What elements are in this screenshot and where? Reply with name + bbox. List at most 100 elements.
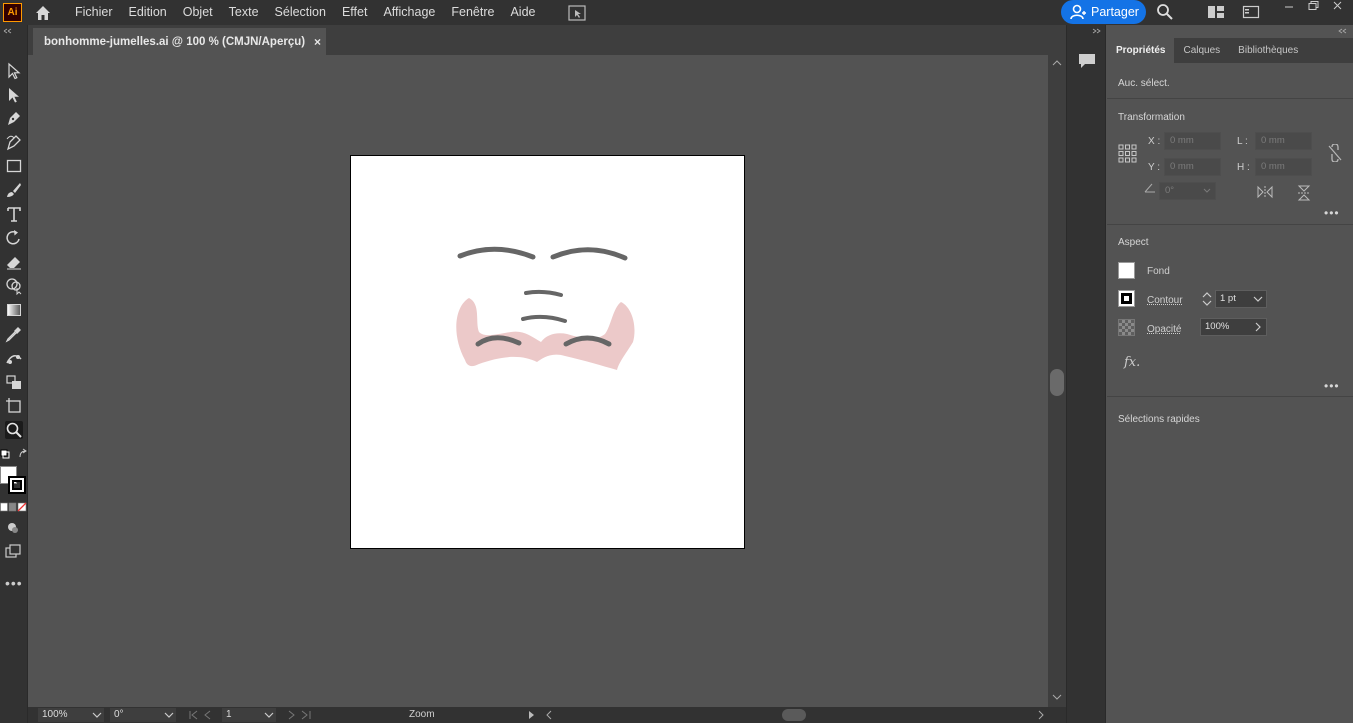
menu-affichage[interactable]: Affichage <box>375 0 443 25</box>
zoom-level-value: 100% <box>42 709 68 720</box>
collapse-toolbar-icon[interactable] <box>2 28 26 34</box>
document-tab[interactable]: bonhomme-jumelles.ai @ 100 % (CMJN/Aperç… <box>33 28 326 55</box>
share-button[interactable]: Partager <box>1061 0 1146 24</box>
arrange-documents-icon[interactable] <box>567 4 587 22</box>
stroke-color-swatch[interactable] <box>1118 290 1135 307</box>
menu-effet[interactable]: Effet <box>334 0 375 25</box>
swap-fill-stroke-icon[interactable] <box>0 448 28 460</box>
close-tab-icon[interactable]: × <box>314 35 321 49</box>
pen-tool-icon[interactable] <box>5 109 23 127</box>
symbol-sprayer-tool-icon[interactable] <box>5 373 23 391</box>
reference-point-icon[interactable] <box>1118 144 1137 163</box>
color-mode-icons[interactable] <box>0 502 28 512</box>
opacity-label[interactable]: Opacité <box>1147 324 1181 335</box>
home-icon[interactable] <box>34 4 52 22</box>
stroke-stepper-icon[interactable] <box>1201 290 1213 308</box>
tab-calques[interactable]: Calques <box>1174 38 1229 63</box>
collapse-dock-icon[interactable] <box>1091 28 1103 34</box>
draw-mode-icon[interactable] <box>4 519 22 537</box>
zoom-tool-icon[interactable] <box>5 421 23 439</box>
tab-proprietes[interactable]: Propriétés <box>1107 38 1175 63</box>
menu-selection[interactable]: Sélection <box>267 0 334 25</box>
panel-layout-icon[interactable] <box>1242 4 1260 20</box>
type-tool-icon[interactable] <box>5 205 23 223</box>
flip-horizontal-icon[interactable] <box>1257 185 1273 199</box>
selection-tool-icon[interactable] <box>5 62 23 80</box>
y-field[interactable]: 0 mm <box>1164 158 1221 176</box>
menu-aide[interactable]: Aide <box>502 0 543 25</box>
menu-fichier[interactable]: Fichier <box>67 0 121 25</box>
width-label: L : <box>1237 136 1248 147</box>
opacity-value: 100% <box>1205 321 1230 332</box>
rotate-tool-icon[interactable] <box>5 229 23 247</box>
screen-mode-icon[interactable] <box>4 543 22 561</box>
artboard[interactable] <box>350 155 745 549</box>
eyedropper-tool-icon[interactable] <box>5 325 23 343</box>
constrain-proportions-icon[interactable] <box>1327 144 1343 162</box>
eraser-tool-icon[interactable] <box>5 253 23 271</box>
collapse-panel-icon[interactable] <box>1337 28 1349 34</box>
stroke-weight-dropdown-icon[interactable] <box>1251 295 1265 303</box>
opacity-swatch[interactable] <box>1118 319 1135 336</box>
canvas[interactable] <box>28 55 1048 707</box>
next-last-artboard-icons[interactable] <box>286 710 318 720</box>
panel-tab-bar: Propriétés Calques Bibliothèques <box>1107 38 1353 63</box>
scroll-right-icon[interactable] <box>1036 710 1046 720</box>
main-menu: Fichier Edition Objet Texte Sélection Ef… <box>67 0 543 25</box>
status-menu-icon[interactable] <box>526 710 536 720</box>
edit-toolbar-more[interactable]: ••• <box>5 575 23 591</box>
vertical-scrollbar[interactable] <box>1048 55 1066 707</box>
close-window-icon[interactable] <box>1331 0 1345 12</box>
menu-edition[interactable]: Edition <box>121 0 175 25</box>
scroll-down-icon[interactable] <box>1052 693 1062 701</box>
gradient-tool-icon[interactable] <box>5 301 23 319</box>
angle-dropdown-icon[interactable] <box>1203 188 1211 194</box>
menu-fenetre[interactable]: Fenêtre <box>443 0 502 25</box>
stroke-swatch[interactable] <box>8 476 26 494</box>
width-field[interactable]: 0 mm <box>1255 132 1312 150</box>
menu-bar: Ai Fichier Edition Objet Texte Sélection… <box>0 0 1353 25</box>
divider <box>1107 224 1353 225</box>
scroll-up-icon[interactable] <box>1052 59 1062 67</box>
share-label: Partager <box>1091 5 1139 19</box>
workspace-icon[interactable] <box>1207 4 1225 20</box>
artboard-dropdown-icon[interactable] <box>264 711 274 719</box>
artwork-eyebrow-right <box>550 247 628 261</box>
rectangle-tool-icon[interactable] <box>5 157 23 175</box>
appearance-more-options[interactable]: ••• <box>1324 379 1340 393</box>
comments-icon[interactable] <box>1077 51 1097 71</box>
tab-bibliotheques[interactable]: Bibliothèques <box>1229 38 1307 63</box>
opacity-expand-icon[interactable] <box>1253 322 1263 332</box>
flip-vertical-icon[interactable] <box>1297 185 1311 201</box>
stroke-weight-value: 1 pt <box>1220 293 1236 304</box>
fill-color-swatch[interactable] <box>1118 262 1135 279</box>
shape-builder-tool-icon[interactable] <box>5 277 23 295</box>
vertical-scroll-thumb[interactable] <box>1050 369 1064 396</box>
y-value: 0 mm <box>1170 161 1194 172</box>
curvature-tool-icon[interactable] <box>5 133 23 151</box>
rotation-dropdown-icon[interactable] <box>164 711 174 719</box>
transform-more-options[interactable]: ••• <box>1324 206 1340 220</box>
height-field[interactable]: 0 mm <box>1255 158 1312 176</box>
minimize-icon[interactable] <box>1282 0 1296 12</box>
zoom-dropdown-icon[interactable] <box>92 711 102 719</box>
current-tool-label: Zoom <box>409 709 435 720</box>
rotate-angle-icon <box>1144 183 1155 193</box>
menu-objet[interactable]: Objet <box>175 0 221 25</box>
brush-tool-icon[interactable] <box>5 181 23 199</box>
blend-tool-icon[interactable] <box>5 349 23 367</box>
x-field[interactable]: 0 mm <box>1164 132 1221 150</box>
scroll-left-icon[interactable] <box>544 710 554 720</box>
document-tab-bar: bonhomme-jumelles.ai @ 100 % (CMJN/Aperç… <box>28 25 1066 55</box>
fx-effects-button[interactable]: fx. <box>1124 355 1140 370</box>
artwork-face[interactable] <box>351 156 744 548</box>
fill-label: Fond <box>1147 266 1170 277</box>
first-prev-artboard-icons[interactable] <box>188 710 220 720</box>
search-icon[interactable] <box>1156 3 1174 21</box>
horizontal-scroll-thumb[interactable] <box>782 709 806 721</box>
menu-texte[interactable]: Texte <box>221 0 267 25</box>
direct-selection-tool-icon[interactable] <box>5 86 23 104</box>
artboard-tool-icon[interactable] <box>5 397 23 415</box>
stroke-label[interactable]: Contour <box>1147 295 1183 306</box>
restore-icon[interactable] <box>1306 0 1320 12</box>
